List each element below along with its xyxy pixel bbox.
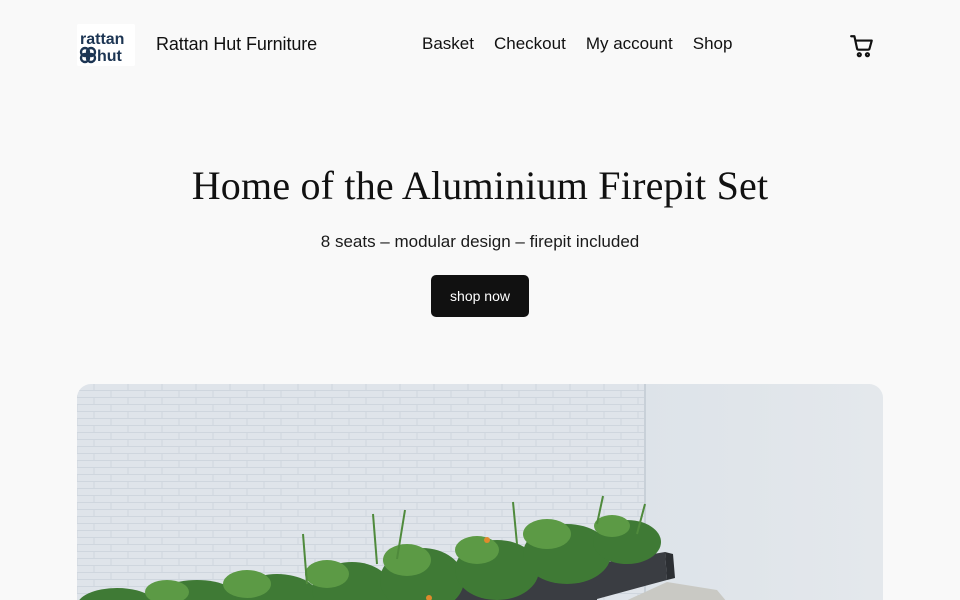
site-title-link[interactable]: Rattan Hut Furniture — [156, 34, 317, 55]
logo-word-hut: hut — [97, 48, 123, 65]
nav-item-checkout[interactable]: Checkout — [494, 34, 566, 54]
logo-image: rattan hut — [79, 31, 124, 65]
site-logo[interactable]: rattan hut — [77, 24, 135, 66]
nav-item-my-account[interactable]: My account — [586, 34, 673, 54]
site-header: rattan hut Rattan Hut Furniture Basket C… — [0, 0, 960, 90]
logo-word-rattan: rattan — [80, 31, 124, 48]
nav-item-shop[interactable]: Shop — [693, 34, 733, 54]
garden-photo — [77, 384, 883, 600]
hero-subtitle: 8 seats – modular design – firepit inclu… — [320, 232, 640, 251]
shop-now-button[interactable]: shop now — [431, 275, 529, 317]
main-navigation: Basket Checkout My account Shop — [422, 34, 732, 54]
nav-item-basket[interactable]: Basket — [422, 34, 474, 54]
hero-title: Home of the Aluminium Firepit Set — [191, 163, 769, 208]
page: rattan hut Rattan Hut Furniture Basket C… — [0, 0, 960, 600]
shopping-cart-icon[interactable] — [849, 33, 875, 59]
hero-image — [77, 384, 883, 600]
logo-knot-icon — [79, 46, 97, 64]
